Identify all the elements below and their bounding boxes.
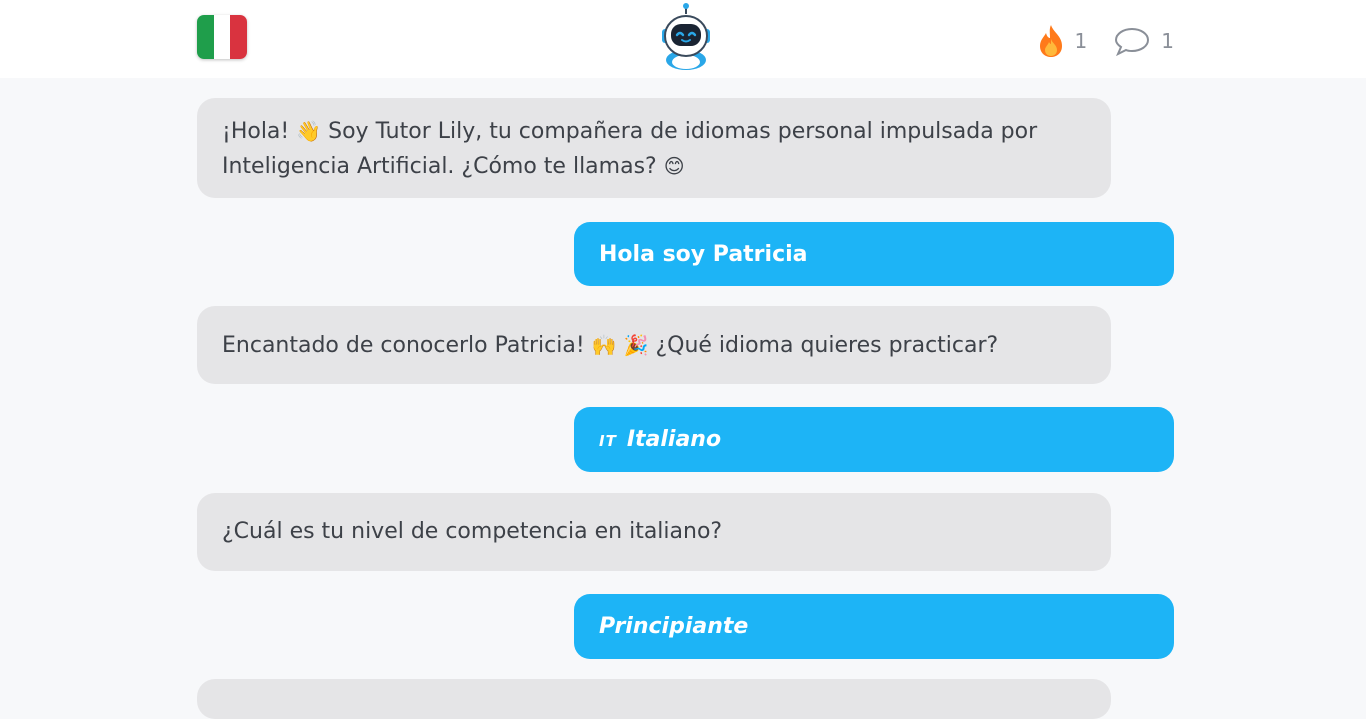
user-message: Principiante xyxy=(574,594,1174,659)
bot-message: Encantado de conocerlo Patricia! 🙌 🎉 ¿Qu… xyxy=(197,306,1111,384)
message-text: Soy Tutor Lily, tu compañera de idiomas … xyxy=(222,119,1038,179)
italy-flag-icon[interactable] xyxy=(197,15,247,59)
party-emoji: 🎉 xyxy=(623,333,649,357)
raised-hands-emoji: 🙌 xyxy=(591,333,617,357)
speech-bubble-icon xyxy=(1113,26,1151,56)
stats-area: 1 1 xyxy=(1037,24,1174,58)
smile-emoji: 😊 xyxy=(663,154,685,178)
message-text: Principiante xyxy=(599,614,749,639)
bot-message: ¡Hola! 👋 Soy Tutor Lily, tu compañera de… xyxy=(197,98,1111,198)
bot-message xyxy=(197,679,1111,719)
streak-counter[interactable]: 1 xyxy=(1037,24,1088,58)
robot-avatar-icon xyxy=(654,2,718,72)
messages-counter[interactable]: 1 xyxy=(1113,26,1174,56)
message-text: Hola soy Patricia xyxy=(599,242,808,267)
language-code: IT xyxy=(599,432,617,450)
message-text: ¿Qué idioma quieres practicar? xyxy=(648,333,999,358)
streak-count: 1 xyxy=(1074,29,1088,53)
message-text: Encantado de conocerlo Patricia! xyxy=(222,333,592,358)
message-text: ¿Cuál es tu nivel de competencia en ital… xyxy=(222,519,723,544)
user-message: IT Italiano xyxy=(574,407,1174,472)
fire-icon xyxy=(1037,24,1065,58)
user-message: Hola soy Patricia xyxy=(574,222,1174,286)
message-text: Italiano xyxy=(626,427,722,452)
wave-emoji: 👋 xyxy=(296,119,322,143)
top-bar: 1 1 xyxy=(0,0,1366,78)
messages-count: 1 xyxy=(1161,29,1174,53)
bot-message: ¿Cuál es tu nivel de competencia en ital… xyxy=(197,493,1111,571)
message-text: ¡Hola! xyxy=(222,119,297,144)
